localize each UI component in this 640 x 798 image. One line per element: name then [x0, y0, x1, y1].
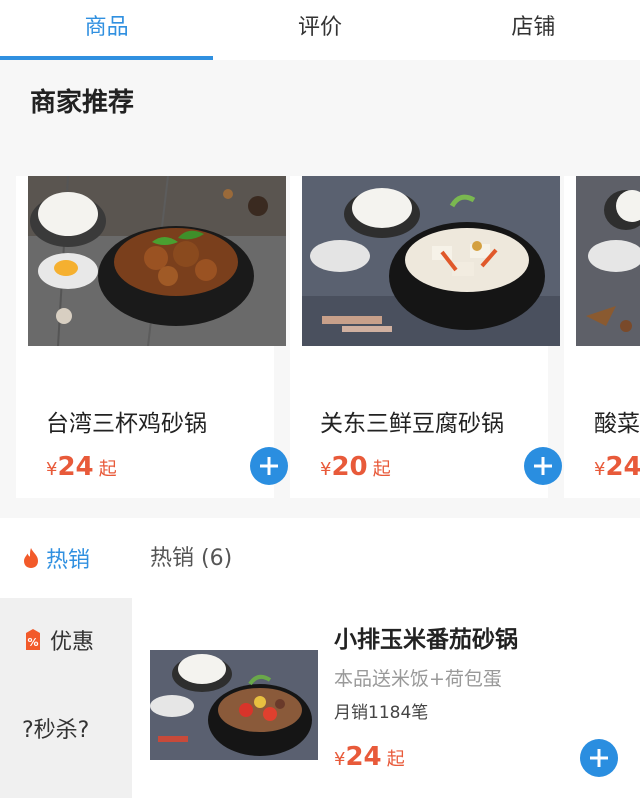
- dish-image-pickled-cabbage: [576, 176, 640, 346]
- tab-reviews[interactable]: 评价: [213, 0, 426, 60]
- flame-icon: [24, 548, 38, 568]
- sidebar-item-discount[interactable]: % 优惠: [0, 600, 132, 680]
- sidebar-item-label: 热销: [46, 548, 91, 573]
- plus-icon: [260, 457, 278, 475]
- add-to-cart-button[interactable]: [250, 447, 288, 485]
- dish-name: 关东三鲜豆腐砂锅: [320, 411, 504, 437]
- recommend-carousel[interactable]: 台湾三杯鸡砂锅 ¥24 起 关东三鲜豆腐砂锅 ¥20 起 酸菜 ¥24: [16, 176, 640, 498]
- add-to-cart-button[interactable]: [580, 739, 618, 777]
- dish-price: ¥24 起: [46, 452, 117, 482]
- section-title: 商家推荐: [30, 88, 135, 118]
- dish-price: ¥20 起: [320, 452, 391, 482]
- discount-tag-icon: %: [26, 629, 40, 650]
- dish-description: 本品送米饭+荷包蛋: [334, 668, 502, 690]
- dish-price: ¥24 起: [334, 742, 405, 772]
- recommend-card[interactable]: 关东三鲜豆腐砂锅 ¥20 起: [290, 176, 562, 498]
- svg-text:%: %: [27, 636, 38, 649]
- merchant-recommend-section: 商家推荐 台湾三杯鸡砂锅 ¥24 起 关东三鲜豆腐砂锅 ¥20 起 酸菜 ¥24: [0, 60, 640, 516]
- dish-image-tofu-casserole: [302, 176, 560, 346]
- plus-icon: [590, 749, 608, 767]
- dish-price: ¥24: [594, 452, 640, 482]
- recommend-card[interactable]: 台湾三杯鸡砂锅 ¥24 起: [16, 176, 288, 498]
- tab-bar: 商品 评价 店铺: [0, 0, 640, 60]
- tab-store[interactable]: 店铺: [427, 0, 640, 60]
- tab-products[interactable]: 商品: [0, 0, 214, 60]
- dish-image-rib-corn-tomato[interactable]: [150, 650, 318, 760]
- dish-name: 台湾三杯鸡砂锅: [46, 411, 207, 437]
- dish-name: 小排玉米番茄砂锅: [334, 627, 518, 653]
- sidebar-item-hot[interactable]: 热销: [0, 518, 132, 598]
- monthly-sales: 月销1184笔: [334, 703, 429, 723]
- dish-name: 酸菜: [594, 411, 640, 437]
- recommend-card[interactable]: 酸菜 ¥24: [564, 176, 640, 498]
- sidebar-item-label: ?秒杀?: [22, 718, 90, 743]
- add-to-cart-button[interactable]: [524, 447, 562, 485]
- sidebar-item-flash-sale[interactable]: ?秒杀?: [0, 688, 132, 768]
- dish-image-three-cup-chicken: [28, 176, 286, 346]
- plus-icon: [534, 457, 552, 475]
- category-header: 热销 (6): [150, 546, 233, 571]
- sidebar-item-label: 优惠: [50, 630, 95, 655]
